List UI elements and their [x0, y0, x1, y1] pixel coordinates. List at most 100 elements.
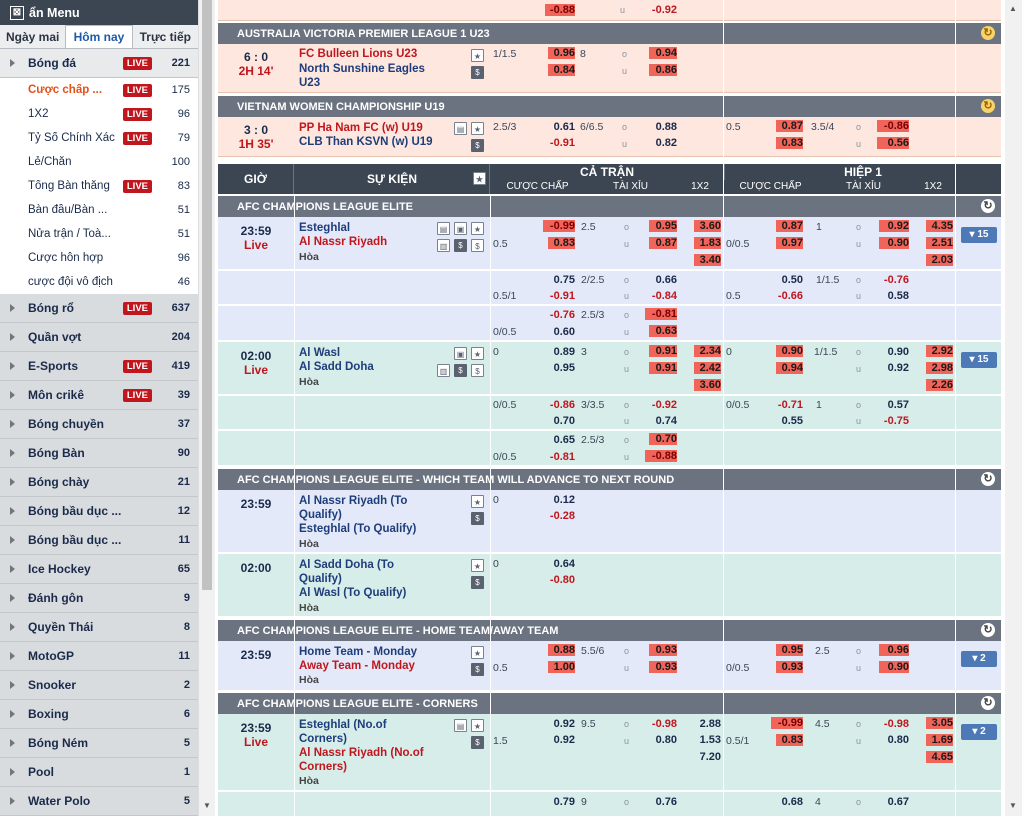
sport-item[interactable]: Pool 1	[0, 758, 198, 787]
chart-icon[interactable]: ▥	[437, 364, 450, 377]
sport-count: 204	[171, 331, 190, 343]
sport-item[interactable]: Boxing 6	[0, 700, 198, 729]
sport-count: 37	[177, 418, 190, 430]
sport-item[interactable]: Snooker 2	[0, 671, 198, 700]
tab-live[interactable]: Trực tiếp	[133, 25, 198, 48]
sport-count: 5	[183, 737, 190, 749]
bet-type-item[interactable]: cược đội vô địch 46	[0, 270, 198, 294]
sport-item[interactable]: MotoGP 11	[0, 642, 198, 671]
refresh-icon[interactable]: ↻	[981, 26, 995, 40]
refresh-icon[interactable]: ↻	[981, 696, 995, 710]
bet-dollar-icon[interactable]: $	[471, 512, 484, 525]
sport-item[interactable]: Bóng bầu dục ... 11	[0, 526, 198, 555]
sport-item[interactable]: Bóng chày 21	[0, 468, 198, 497]
sport-count: 8	[183, 621, 190, 633]
alt-line-row: 0.75 2/2.5 o 0.66 0.50 1/1.5 o -0.76 0.5…	[218, 271, 1001, 305]
league-header[interactable]: VIETNAM WOMEN CHAMPIONSHIP U19 ↻	[218, 96, 1001, 117]
bet-dollar-icon[interactable]: $	[454, 239, 467, 252]
favorite-star-icon[interactable]: ★	[471, 646, 484, 659]
more-bets-button[interactable]: ▾ 2	[961, 651, 997, 667]
tab-tomorrow[interactable]: Ngày mai	[0, 25, 65, 48]
bet-type-item[interactable]: Lẻ/Chẵn 100	[0, 150, 198, 174]
favorite-star-icon[interactable]: ★	[471, 49, 484, 62]
league-header[interactable]: AFC CHAMPIONS LEAGUE ELITE - HOME TEAM/A…	[218, 620, 1001, 641]
sport-item[interactable]: Ice Hockey 65	[0, 555, 198, 584]
favorite-star-icon[interactable]: ★	[471, 222, 484, 235]
bet-type-item[interactable]: Bàn đầu/Bàn ... 51	[0, 198, 198, 222]
away-team: Al Nassr Riyadh	[299, 236, 388, 248]
bet-type-item[interactable]: Tổng Bàn thắng LIVE 83	[0, 174, 198, 198]
bet-type-item[interactable]: 1X2 LIVE 96	[0, 102, 198, 126]
live-badge: LIVE	[122, 56, 152, 70]
multi-bet-icon[interactable]: $	[471, 364, 484, 377]
bet-dollar-icon[interactable]: $	[471, 66, 484, 79]
stats-icon[interactable]: ▤	[454, 122, 467, 135]
bet-dollar-icon[interactable]: $	[471, 576, 484, 589]
refresh-icon[interactable]: ↻	[981, 623, 995, 637]
bet-dollar-icon[interactable]: $	[454, 364, 467, 377]
stats-icon[interactable]: ▤	[454, 719, 467, 732]
chart-icon[interactable]: ▥	[437, 239, 450, 252]
sport-name: Ice Hockey	[28, 562, 91, 576]
sport-item[interactable]: Quần vợt 204	[0, 323, 198, 352]
league-header[interactable]: AFC CHAMPIONS LEAGUE ELITE ↻	[218, 196, 1001, 217]
bet-type-item[interactable]: Cược chấp ... LIVE 175	[0, 78, 198, 102]
sport-item[interactable]: Bóng bầu dục ... 12	[0, 497, 198, 526]
refresh-icon[interactable]: ↻	[981, 472, 995, 486]
live-badge: LIVE	[122, 359, 152, 373]
sport-item[interactable]: Bóng đá LIVE 221	[0, 49, 198, 78]
sport-item[interactable]: Bóng Ném 5	[0, 729, 198, 758]
bet-type-name: Tổng Bàn thắng	[28, 180, 110, 192]
sport-item[interactable]: Bóng chuyền 37	[0, 410, 198, 439]
bet-dollar-icon[interactable]: $	[471, 736, 484, 749]
more-bets-button[interactable]: ▾ 15	[961, 227, 997, 243]
scroll-down-icon[interactable]: ▼	[203, 801, 211, 810]
expand-arrow-icon	[10, 652, 15, 660]
sidebar-scrollbar[interactable]: ▼	[198, 0, 215, 816]
favorite-star-icon[interactable]: ★	[471, 122, 484, 135]
bet-type-count: 51	[177, 204, 190, 216]
sport-name: Bóng rổ	[28, 301, 74, 315]
home-team: PP Ha Nam FC (w) U19	[299, 122, 423, 134]
favorite-star-icon[interactable]: ★	[471, 495, 484, 508]
bet-dollar-icon[interactable]: $	[471, 139, 484, 152]
bet-type-item[interactable]: Tỷ Số Chính Xác LIVE 79	[0, 126, 198, 150]
favorite-star-icon[interactable]: ★	[471, 559, 484, 572]
favorite-star-icon[interactable]: ★	[471, 719, 484, 732]
league-header[interactable]: AFC CHAMPIONS LEAGUE ELITE - CORNERS ↻	[218, 693, 1001, 714]
odds-table-header: GIỜ SỰ KIỆN ★ CẢ TRẬN HIỆP 1 CƯỢC CHẤP T…	[218, 164, 1001, 194]
tv-icon[interactable]: ▣	[454, 222, 467, 235]
sport-item[interactable]: Môn crikê LIVE 39	[0, 381, 198, 410]
bet-type-item[interactable]: Cược hỗn hợp 96	[0, 246, 198, 270]
scroll-down-icon[interactable]: ▼	[1009, 801, 1017, 810]
sport-item[interactable]: Đánh gôn 9	[0, 584, 198, 613]
main-scrollbar[interactable]: ▲ ▼	[1005, 0, 1022, 816]
sport-item[interactable]: E-Sports LIVE 419	[0, 352, 198, 381]
tab-today[interactable]: Hôm nay	[65, 25, 133, 48]
refresh-icon[interactable]: ↻	[981, 99, 995, 113]
league-header[interactable]: AFC CHAMPIONS LEAGUE ELITE - WHICH TEAM …	[218, 469, 1001, 490]
sport-count: 9	[183, 592, 190, 604]
match-row: 23:59 Al Nassr Riyadh (To Qualify) Esteg…	[218, 490, 1001, 553]
multi-bet-icon[interactable]: $	[471, 239, 484, 252]
sport-item[interactable]: Bóng rổ LIVE 637	[0, 294, 198, 323]
home-team: Al Nassr Riyadh (To Qualify)	[299, 495, 408, 521]
sport-name: Quần vợt	[28, 330, 82, 344]
more-bets-button[interactable]: ▾ 2	[961, 724, 997, 740]
favorite-star-icon[interactable]: ★	[471, 347, 484, 360]
league-header[interactable]: AUSTRALIA VICTORIA PREMIER LEAGUE 1 U23 …	[218, 23, 1001, 44]
sport-count: 12	[177, 505, 190, 517]
more-bets-button[interactable]: ▾ 15	[961, 352, 997, 368]
refresh-icon[interactable]: ↻	[981, 199, 995, 213]
hide-menu-toggle[interactable]: ⊠ ẩn Menu	[0, 0, 198, 25]
sport-item[interactable]: Quyền Thái 8	[0, 613, 198, 642]
bet-dollar-icon[interactable]: $	[471, 663, 484, 676]
sport-item[interactable]: Water Polo 5	[0, 787, 198, 816]
favorites-filter-icon[interactable]: ★	[473, 172, 486, 185]
tv-icon[interactable]: ▣	[454, 347, 467, 360]
bet-type-item[interactable]: Nửa trận / Toà... 51	[0, 222, 198, 246]
scroll-up-icon[interactable]: ▲	[1009, 4, 1017, 13]
sport-item[interactable]: Bóng Bàn 90	[0, 439, 198, 468]
sidebar-scroll-thumb[interactable]	[202, 0, 212, 590]
stats-icon[interactable]: ▤	[437, 222, 450, 235]
